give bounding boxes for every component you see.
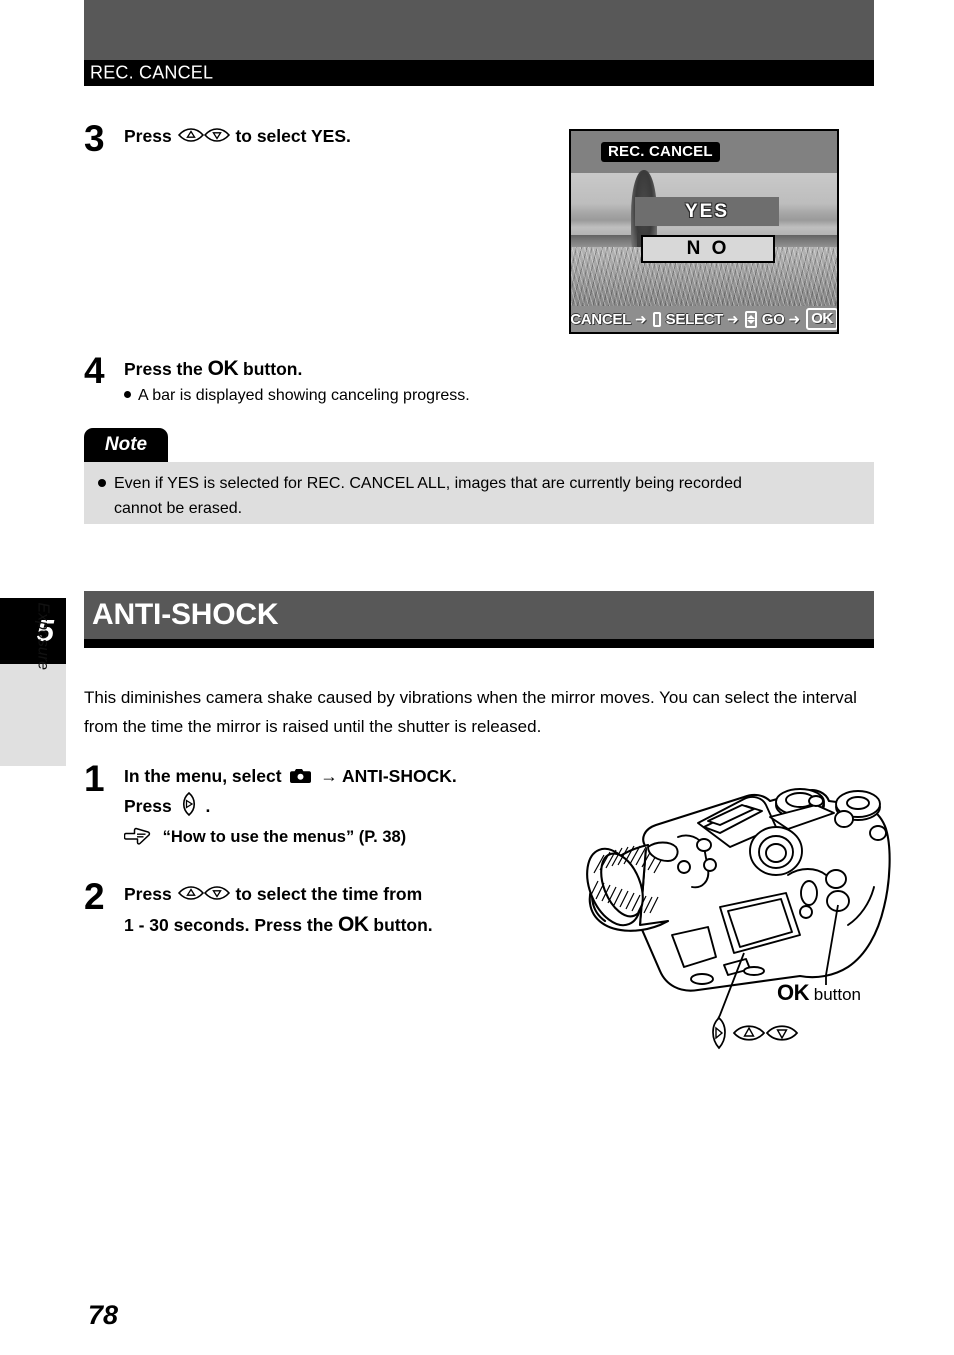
left-arrow-pad-icon: [179, 791, 199, 824]
step-2-text-after: to select the time from: [235, 884, 423, 904]
lcd-screen-illustration: REC. CANCEL YES N O CANCEL ➜ SELECT ➜ GO…: [569, 129, 839, 334]
pointing-hand-icon: [123, 827, 152, 854]
lcd-guide-go-label: GO: [761, 310, 785, 328]
step-1-instruction-line-1: In the menu, select → ANTI-SHOCK.: [124, 763, 457, 792]
lcd-photo-background: [571, 170, 837, 332]
note-line-1: Even if YES is selected for REC. CANCEL …: [98, 471, 860, 496]
lcd-guide-select-arrow: ➜: [727, 310, 739, 327]
step-3-number: 3: [84, 118, 105, 159]
left-up-down-arrow-pad-icon: [705, 1016, 800, 1050]
step-4-bullet-text: A bar is displayed showing canceling pro…: [138, 387, 470, 404]
step-4-instruction: Press the OK button.: [124, 355, 470, 383]
ok-button-glyph: OK: [207, 357, 239, 380]
chapter-tab-name: Exposure: [0, 602, 66, 766]
note-line-2: cannot be erased.: [114, 500, 243, 517]
step-2-instruction-line-2: 1 - 30 seconds. Press the OK button.: [124, 911, 433, 939]
camera-rec-mode-icon: [290, 765, 312, 792]
step-2-range-text: 1 - 30 seconds. Press the: [124, 915, 334, 935]
lcd-title-badge: REC. CANCEL: [601, 142, 720, 162]
running-header-title: REC. CANCEL: [90, 62, 214, 83]
lcd-option-no[interactable]: N O: [641, 235, 775, 263]
step-2-instruction-line-1: Press to select the time from: [124, 881, 433, 911]
lcd-guide-cancel-arrow: ➜: [634, 310, 647, 327]
ok-button-callout: OK button: [777, 980, 861, 1006]
note-tab-label: Note: [84, 428, 168, 462]
step-1-period: .: [205, 796, 211, 816]
section-header-band: ANTI-SHOCK: [84, 591, 874, 639]
ok-button-glyph: OK: [777, 980, 810, 1005]
step-1-text-before: In the menu, select: [124, 766, 282, 786]
chapter-tab-name-label: Exposure: [35, 602, 52, 670]
note-line-1-text: Even if YES is selected for REC. CANCEL …: [114, 475, 742, 492]
up-down-arrow-icon: [744, 310, 757, 328]
ok-button-glyph: OK: [338, 913, 369, 936]
up-down-arrow-pad-icon: [177, 125, 231, 153]
step-4-bullet-line: A bar is displayed showing canceling pro…: [124, 383, 470, 408]
step-1-number: 1: [84, 758, 105, 799]
step-4-text-before: Press the: [124, 359, 203, 379]
ok-button-callout-word: button: [813, 985, 861, 1004]
step-1-press-text: Press: [124, 796, 172, 816]
note-body: Even if YES is selected for REC. CANCEL …: [84, 462, 874, 524]
section-title: ANTI-SHOCK: [92, 598, 279, 631]
running-header-gray-band: [84, 0, 874, 60]
section-header-underline: [84, 639, 874, 648]
page-number: 78: [88, 1300, 119, 1330]
lcd-option-no-label: N O: [686, 238, 730, 259]
lcd-guide-select-label: SELECT: [665, 310, 724, 328]
lcd-option-yes[interactable]: YES: [635, 197, 779, 226]
note-bullet-icon: [98, 479, 106, 487]
up-down-arrow-pad-icon: [177, 883, 231, 911]
camera-illustration: [548, 775, 918, 1045]
step-1-cross-reference: “How to use the menus” (P. 38): [123, 824, 457, 854]
running-header-black-band: REC. CANCEL: [84, 60, 874, 86]
section-intro-paragraph: This diminishes camera shake caused by v…: [84, 688, 857, 736]
lcd-guide-bar: CANCEL ➜ SELECT ➜ GO ➜ OK: [571, 306, 837, 332]
step-3-text-after: to select YES.: [235, 126, 351, 146]
step-2-number: 2: [84, 876, 105, 917]
step-4-text-after: button.: [243, 359, 303, 379]
step-3-text-before: Press: [124, 126, 172, 146]
step-2-text-before: Press: [124, 884, 172, 904]
step-4-number: 4: [84, 350, 105, 391]
menu-list-icon: [652, 311, 661, 327]
step-1-instruction-line-2: Press .: [124, 791, 457, 824]
step-3-instruction: Press to select YES.: [124, 123, 351, 153]
step-2-button-word: button.: [373, 915, 433, 935]
lcd-guide-go-arrow: ➜: [788, 310, 801, 327]
lcd-guide-ok-button: OK: [806, 308, 837, 330]
step-1-arrow: →: [320, 766, 338, 786]
lcd-guide-cancel-label: CANCEL: [570, 310, 631, 328]
step-1-text-after: ANTI-SHOCK.: [342, 766, 457, 786]
step-1-cross-reference-text[interactable]: “How to use the menus” (P. 38): [163, 828, 407, 846]
bullet-dot-icon: [124, 391, 131, 398]
lcd-option-yes-label: YES: [684, 200, 730, 222]
